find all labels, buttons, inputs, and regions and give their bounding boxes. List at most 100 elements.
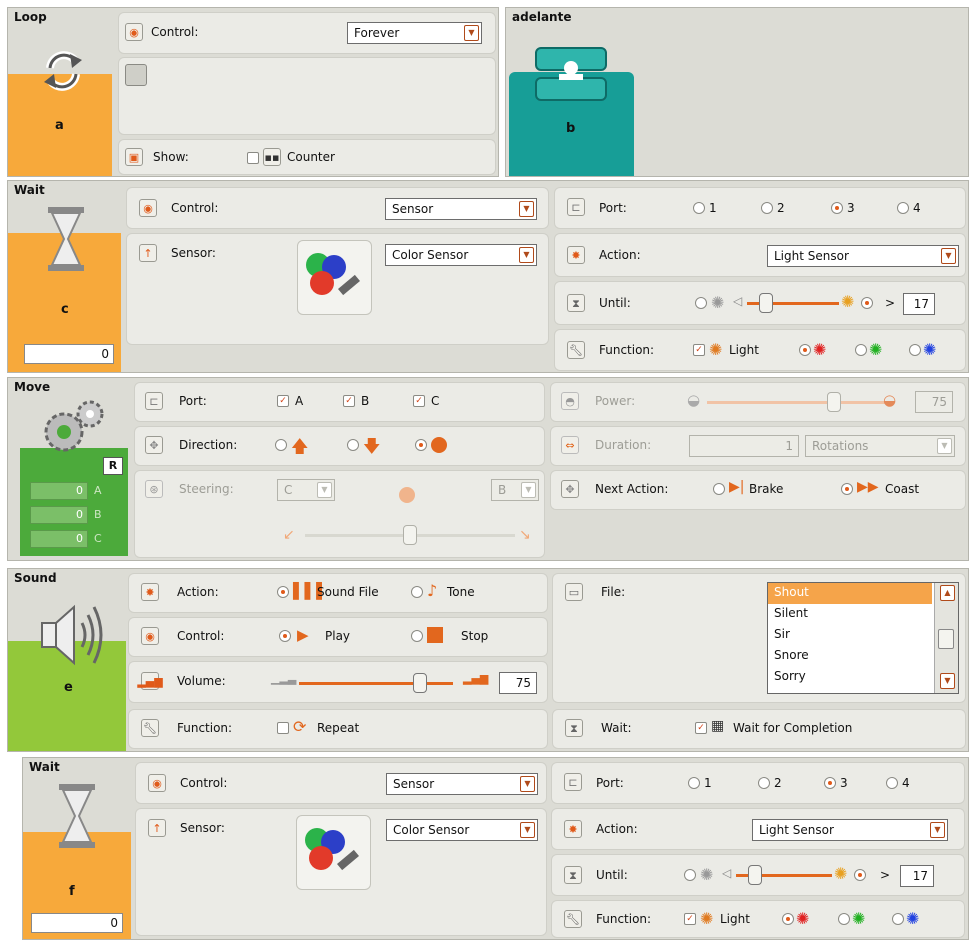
wait1-control-dropdown[interactable]: Sensor ▼ bbox=[385, 198, 537, 220]
adelante-panel: adelante b bbox=[505, 7, 969, 177]
chevron-down-icon[interactable]: ▼ bbox=[930, 822, 945, 838]
loop-counter-checkbox[interactable] bbox=[247, 152, 259, 164]
chevron-down-icon[interactable]: ▼ bbox=[941, 248, 956, 264]
wait1-port-radio-2[interactable] bbox=[761, 202, 773, 214]
color-sensor-image bbox=[297, 240, 372, 315]
wait1-port-label: Port: bbox=[599, 201, 627, 215]
volume-bars-icon: ▂▄▆ bbox=[137, 672, 163, 690]
wait2-light-checkbox[interactable]: ✓ bbox=[684, 913, 696, 925]
move-port-c-label: C bbox=[431, 394, 440, 408]
move-reset-box[interactable]: R bbox=[103, 457, 123, 475]
loop-empty-slot[interactable] bbox=[125, 64, 147, 86]
sound-tone-label: Tone bbox=[447, 585, 475, 599]
wait1-until-radio-bright[interactable] bbox=[861, 297, 873, 309]
wait2-until-slider[interactable] bbox=[748, 865, 762, 885]
move-port-a-checkbox[interactable]: ✓ bbox=[277, 395, 289, 407]
coast-icon: ▶▶ bbox=[857, 479, 879, 495]
sound-file-item[interactable]: Silent bbox=[768, 604, 814, 625]
wait1-sensor-dropdown[interactable]: Color Sensor ▼ bbox=[385, 244, 537, 266]
sound-volume-slider[interactable] bbox=[413, 673, 427, 693]
sound-control-label: Control: bbox=[177, 629, 225, 643]
wait2-port-radio-4[interactable] bbox=[886, 777, 898, 789]
move-port-c-checkbox[interactable]: ✓ bbox=[413, 395, 425, 407]
move-direction-label: Direction: bbox=[179, 438, 238, 452]
wait2-until-radio-bright[interactable] bbox=[854, 869, 866, 881]
sound-file-item[interactable]: Sorry bbox=[768, 667, 812, 688]
wait1-until-slider[interactable] bbox=[759, 293, 773, 313]
gears-icon bbox=[44, 400, 104, 452]
sound-tone-radio[interactable] bbox=[411, 586, 423, 598]
sound-file-list[interactable]: Shout Silent Sir Snore Sorry ▲ ▼ bbox=[767, 582, 959, 694]
scroll-up-icon[interactable]: ▲ bbox=[940, 585, 955, 601]
scroll-down-icon[interactable]: ▼ bbox=[940, 673, 955, 689]
wait1-action-dropdown[interactable]: Light Sensor ▼ bbox=[767, 245, 959, 267]
move-coast-radio[interactable] bbox=[841, 483, 853, 495]
wait2-control-dropdown[interactable]: Sensor ▼ bbox=[386, 773, 538, 795]
chevron-down-icon[interactable]: ▼ bbox=[937, 438, 952, 454]
move-port-b-checkbox[interactable]: ✓ bbox=[343, 395, 355, 407]
sound-file-item[interactable]: Sir bbox=[768, 625, 796, 646]
move-steer-right-dropdown[interactable]: B ▼ bbox=[491, 479, 539, 501]
sound-repeat-checkbox[interactable] bbox=[277, 722, 289, 734]
sound-file-scrollbar[interactable]: ▲ ▼ bbox=[934, 583, 958, 693]
wait2-function-light-label: Light bbox=[720, 912, 750, 926]
wait1-port-radio-3[interactable] bbox=[831, 202, 843, 214]
move-steering-slider[interactable] bbox=[403, 525, 417, 545]
wait2-sensor-dropdown[interactable]: Color Sensor ▼ bbox=[386, 819, 538, 841]
wait1-light-checkbox[interactable]: ✓ bbox=[693, 344, 705, 356]
wait-panel-1: Wait c 0 ◉ Control: Sensor ▼ ↑ Sensor: C… bbox=[7, 180, 969, 373]
move-duration-input[interactable]: 1 bbox=[689, 435, 799, 457]
sound-volume-input[interactable]: 75 bbox=[499, 672, 537, 694]
wait1-red-radio[interactable] bbox=[799, 344, 811, 356]
sound-wait-checkbox[interactable]: ✓ bbox=[695, 722, 707, 734]
scroll-thumb[interactable] bbox=[938, 629, 954, 649]
move-power-input[interactable]: 75 bbox=[915, 391, 953, 413]
wait1-until-input[interactable]: 17 bbox=[903, 293, 935, 315]
move-backward-radio[interactable] bbox=[347, 439, 359, 451]
wait2-green-radio[interactable] bbox=[838, 913, 850, 925]
wrench-icon: 🔧︎ bbox=[567, 341, 585, 359]
move-stop-radio[interactable] bbox=[415, 439, 427, 451]
move-next-action-card: ✥ Next Action: ▶| Brake ▶▶ Coast bbox=[550, 470, 966, 510]
chevron-down-icon[interactable]: ▼ bbox=[519, 247, 534, 263]
sound-file-item[interactable]: Snore bbox=[768, 646, 815, 667]
wait2-port-radio-2[interactable] bbox=[758, 777, 770, 789]
folder-icon: ▭ bbox=[565, 583, 583, 601]
wait2-port-2-label: 2 bbox=[774, 776, 782, 790]
wait2-until-radio-dark[interactable] bbox=[684, 869, 696, 881]
chevron-down-icon[interactable]: ▼ bbox=[520, 776, 535, 792]
sound-wait-card: ⧗ Wait: ✓ ▦ Wait for Completion bbox=[552, 709, 966, 749]
wait1-green-radio[interactable] bbox=[855, 344, 867, 356]
wait2-blue-radio[interactable] bbox=[892, 913, 904, 925]
sound-stop-label: Stop bbox=[461, 629, 489, 643]
sound-file-radio[interactable] bbox=[277, 586, 289, 598]
counter-show-icon: ▣ bbox=[125, 148, 143, 166]
wait2-port-radio-3[interactable] bbox=[824, 777, 836, 789]
move-steer-left-dropdown[interactable]: C ▼ bbox=[277, 479, 335, 501]
music-note-icon: ♪ bbox=[427, 581, 438, 600]
move-forward-radio[interactable] bbox=[275, 439, 287, 451]
loop-control-dropdown[interactable]: Forever ▼ bbox=[347, 22, 482, 44]
wait1-until-radio-dark[interactable] bbox=[695, 297, 707, 309]
chevron-down-icon[interactable]: ▼ bbox=[464, 25, 479, 41]
wait1-port-radio-4[interactable] bbox=[897, 202, 909, 214]
sound-stop-radio[interactable] bbox=[411, 630, 423, 642]
sound-file-item-selected[interactable]: Shout bbox=[768, 583, 932, 604]
speaker-icon bbox=[41, 604, 103, 666]
wait1-blue-radio[interactable] bbox=[909, 344, 921, 356]
move-brake-radio[interactable] bbox=[713, 483, 725, 495]
move-duration-unit-dropdown[interactable]: Rotations ▼ bbox=[805, 435, 955, 457]
chevron-down-icon[interactable]: ▼ bbox=[519, 201, 534, 217]
red-light-icon: ✺ bbox=[813, 340, 827, 359]
wait2-action-dropdown[interactable]: Light Sensor ▼ bbox=[752, 819, 948, 841]
wait2-until-input[interactable]: 17 bbox=[900, 865, 934, 887]
chevron-down-icon[interactable]: ▼ bbox=[317, 482, 332, 498]
move-row-c-port: C bbox=[94, 532, 102, 545]
wait2-port-radio-1[interactable] bbox=[688, 777, 700, 789]
wait1-port-radio-1[interactable] bbox=[693, 202, 705, 214]
chevron-down-icon[interactable]: ▼ bbox=[521, 482, 536, 498]
wait2-red-radio[interactable] bbox=[782, 913, 794, 925]
chevron-down-icon[interactable]: ▼ bbox=[520, 822, 535, 838]
move-power-slider[interactable] bbox=[827, 392, 841, 412]
sound-play-radio[interactable] bbox=[279, 630, 291, 642]
